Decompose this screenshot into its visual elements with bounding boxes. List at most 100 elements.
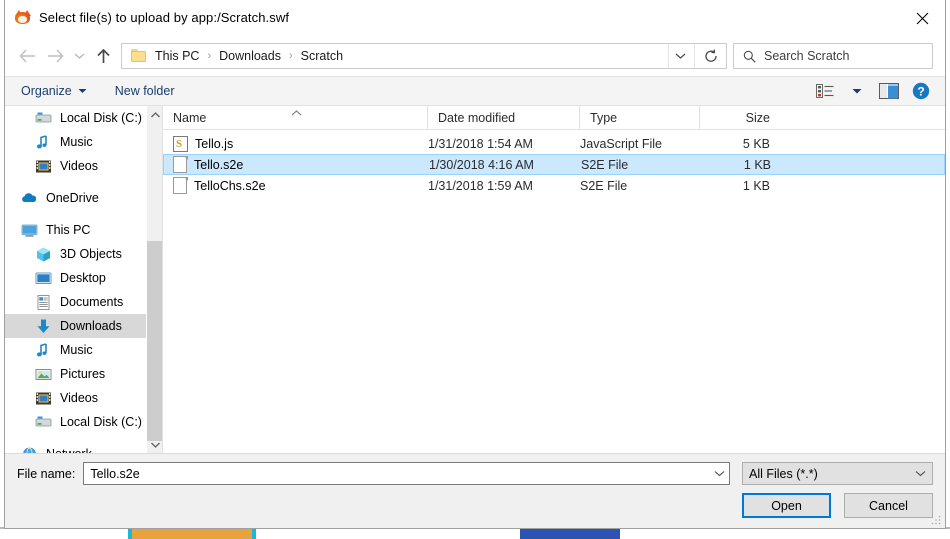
file-type-filter-select[interactable]: All Files (*.*): [742, 462, 933, 485]
sidebar-item-label: Videos: [60, 159, 98, 173]
sidebar-item-music[interactable]: Music: [5, 130, 146, 154]
resize-grip[interactable]: [930, 514, 942, 526]
file-date-cell: 1/31/2018 1:59 AM: [428, 178, 533, 193]
refresh-icon[interactable]: [694, 44, 726, 68]
sidebar-item-onedrive[interactable]: OneDrive: [5, 186, 146, 210]
scroll-up-icon[interactable]: [147, 106, 162, 123]
folder-icon: [131, 49, 147, 63]
file-rows: S Tello.js 1/31/2018 1:54 AM JavaScript …: [163, 130, 945, 453]
breadcrumb-separator: ›: [207, 50, 212, 62]
sidebar-scrollbar-thumb[interactable]: [147, 241, 162, 441]
file-type-filter-value: All Files (*.*): [749, 466, 818, 481]
desktop-icon: [35, 270, 52, 287]
sidebar-item-music-2[interactable]: Music: [5, 338, 146, 362]
dialog-body: Local Disk (C:) Music Videos OneDrive Th…: [5, 106, 945, 453]
chevron-down-icon[interactable]: [668, 44, 692, 68]
file-size-cell: 1 KB: [743, 157, 771, 172]
drive-icon: [35, 414, 52, 431]
sidebar-scrollbar[interactable]: [146, 106, 162, 453]
column-header-date-modified[interactable]: Date modified: [428, 106, 580, 129]
sidebar-item-3d-objects[interactable]: 3D Objects: [5, 242, 146, 266]
downloads-icon: [35, 318, 52, 335]
sidebar-item-label: 3D Objects: [60, 247, 122, 261]
organize-button[interactable]: Organize: [21, 84, 87, 98]
sidebar-item-label: Downloads: [60, 319, 122, 333]
column-header-type[interactable]: Type: [580, 106, 700, 129]
sidebar-item-label: This PC: [46, 223, 91, 237]
back-icon[interactable]: [13, 42, 41, 70]
file-size-cell: 1 KB: [742, 178, 770, 193]
sidebar-item-label: Documents: [60, 295, 124, 309]
documents-icon: [35, 294, 52, 311]
view-options-chevron-icon[interactable]: [843, 80, 871, 102]
open-button[interactable]: Open: [742, 493, 831, 518]
navigation-sidebar: Local Disk (C:) Music Videos OneDrive Th…: [5, 106, 162, 453]
cancel-button[interactable]: Cancel: [844, 493, 933, 518]
scroll-down-icon[interactable]: [147, 436, 162, 453]
generic-file-icon: [173, 177, 188, 194]
filename-label: File name:: [17, 466, 76, 481]
sidebar-item-label: Music: [60, 135, 93, 149]
address-bar[interactable]: This PC › Downloads › Scratch: [121, 43, 727, 69]
table-row[interactable]: TelloChs.s2e 1/31/2018 1:59 AM S2E File …: [163, 175, 945, 196]
chevron-down-icon[interactable]: [915, 463, 926, 484]
file-name: TelloChs.s2e: [194, 178, 266, 193]
breadcrumb-item-downloads[interactable]: Downloads: [217, 44, 283, 68]
sidebar-item-label: OneDrive: [46, 191, 99, 205]
table-row[interactable]: Tello.s2e 1/30/2018 4:16 AM S2E File 1 K…: [163, 154, 945, 175]
filename-input[interactable]: Tello.s2e: [83, 462, 730, 485]
file-type-cell: S2E File: [581, 157, 629, 172]
generic-file-icon: [173, 156, 188, 173]
up-icon[interactable]: [89, 42, 117, 70]
new-folder-button[interactable]: New folder: [115, 84, 175, 98]
sidebar-item-network[interactable]: Network: [5, 442, 146, 453]
thispc-icon: [21, 222, 38, 239]
column-header-size[interactable]: Size: [700, 106, 780, 129]
sidebar-item-downloads[interactable]: Downloads: [5, 314, 146, 338]
sidebar-item-label: Desktop: [60, 271, 106, 285]
sidebar-item-videos[interactable]: Videos: [5, 154, 146, 178]
3dobjects-icon: [35, 246, 52, 263]
view-options-icon[interactable]: [811, 80, 839, 102]
network-icon: [21, 446, 38, 453]
sidebar-item-desktop[interactable]: Desktop: [5, 266, 146, 290]
video-icon: [35, 158, 52, 175]
forward-icon[interactable]: [41, 42, 69, 70]
firefox-icon: [14, 9, 31, 26]
file-name-cell: S Tello.js: [163, 135, 428, 152]
file-name-cell: TelloChs.s2e: [163, 177, 428, 194]
sidebar-item-label: Local Disk (C:): [60, 415, 142, 429]
dialog-footer: File name: Tello.s2e All Files (*.*) Ope…: [5, 453, 945, 528]
breadcrumb-item-scratch[interactable]: Scratch: [299, 44, 345, 68]
file-date-cell: 1/31/2018 1:54 AM: [428, 136, 533, 151]
dialog-buttons: Open Cancel: [17, 493, 933, 518]
sidebar-list: Local Disk (C:) Music Videos OneDrive Th…: [5, 106, 146, 453]
music-icon: [35, 342, 52, 359]
breadcrumb-item-this-pc[interactable]: This PC: [153, 44, 201, 68]
sidebar-item-this-pc[interactable]: This PC: [5, 218, 146, 242]
table-row[interactable]: S Tello.js 1/31/2018 1:54 AM JavaScript …: [163, 133, 945, 154]
sidebar-item-local-disk-c[interactable]: Local Disk (C:): [5, 106, 146, 130]
dialog-title: Select file(s) to upload by app:/Scratch…: [39, 10, 290, 25]
sidebar-item-documents[interactable]: Documents: [5, 290, 146, 314]
sidebar-item-pictures[interactable]: Pictures: [5, 362, 146, 386]
chevron-down-icon: [78, 89, 87, 93]
sidebar-item-local-disk-c-2[interactable]: Local Disk (C:): [5, 410, 146, 434]
column-header-row: Name Date modified Type Size: [163, 106, 945, 130]
onedrive-icon: [21, 190, 38, 207]
sidebar-item-label: Network: [46, 447, 92, 453]
recent-locations-chevron-icon[interactable]: [69, 42, 89, 70]
file-list-pane: Name Date modified Type Size S Tello.js …: [162, 106, 945, 453]
chevron-down-icon[interactable]: [709, 463, 729, 484]
view-controls: ?: [811, 80, 935, 102]
help-icon[interactable]: ?: [907, 80, 935, 102]
sidebar-item-videos-2[interactable]: Videos: [5, 386, 146, 410]
search-input[interactable]: Search Scratch: [733, 43, 933, 69]
sidebar-item-label: Pictures: [60, 367, 106, 381]
file-name-cell: Tello.s2e: [164, 156, 429, 173]
close-icon[interactable]: [899, 0, 945, 36]
preview-pane-icon[interactable]: [875, 80, 903, 102]
svg-text:?: ?: [917, 84, 924, 98]
search-placeholder: Search Scratch: [764, 49, 850, 63]
filename-row: File name: Tello.s2e All Files (*.*): [17, 462, 933, 485]
